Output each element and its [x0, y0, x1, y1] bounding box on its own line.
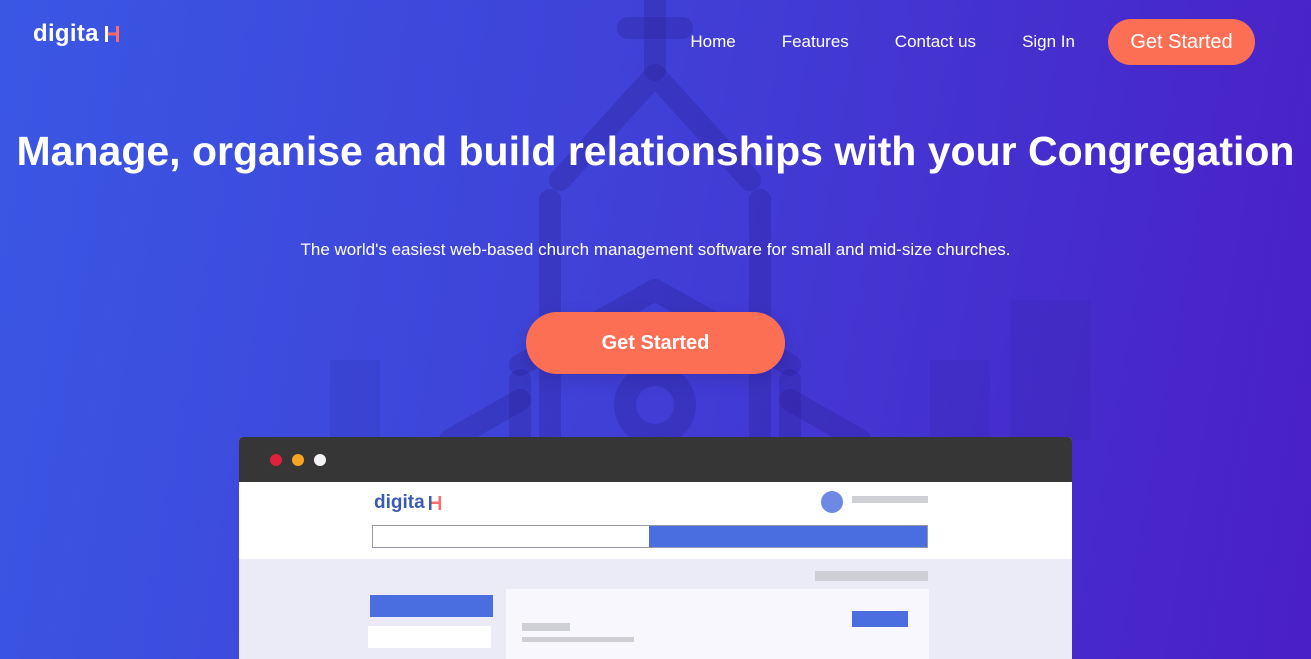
mockup-sidebar-active: [370, 595, 493, 617]
mockup-logo: digita: [374, 492, 441, 514]
maximize-dot-icon: [314, 454, 326, 466]
mockup-header: digita: [239, 482, 1072, 559]
logo-mark-icon: [104, 25, 119, 43]
mockup-active-tab: [649, 526, 927, 547]
mockup-sidebar-item: [368, 626, 491, 648]
mockup-logo-text: digita: [374, 492, 425, 513]
hero-get-started-button[interactable]: Get Started: [526, 312, 785, 374]
mockup-tabs: [372, 525, 928, 548]
app-preview-mockup: digita: [239, 437, 1072, 659]
mockup-text-placeholder: [522, 637, 634, 642]
mockup-toolbar-placeholder: [815, 571, 928, 581]
nav-features[interactable]: Features: [782, 32, 849, 52]
browser-titlebar: [239, 437, 1072, 482]
main-nav: Home Features Contact us Sign In Get Sta…: [690, 19, 1255, 65]
mockup-avatar: [821, 491, 843, 513]
mockup-action-button: [852, 611, 908, 627]
hero-title: Manage, organise and build relationships…: [16, 128, 1295, 174]
brand-logo[interactable]: digita: [33, 20, 119, 48]
nav-get-started-button[interactable]: Get Started: [1108, 19, 1255, 65]
mockup-content-panel: [506, 589, 929, 659]
minimize-dot-icon: [292, 454, 304, 466]
mockup-username-placeholder: [852, 496, 928, 503]
nav-contact-us[interactable]: Contact us: [895, 32, 976, 52]
close-dot-icon: [270, 454, 282, 466]
logo-text: digita: [33, 20, 99, 47]
mockup-logo-mark-icon: [428, 496, 441, 510]
mockup-text-placeholder: [522, 623, 570, 631]
hero-subtitle: The world's easiest web-based church man…: [300, 240, 1011, 259]
nav-sign-in[interactable]: Sign In: [1022, 32, 1075, 52]
nav-home[interactable]: Home: [690, 32, 735, 52]
